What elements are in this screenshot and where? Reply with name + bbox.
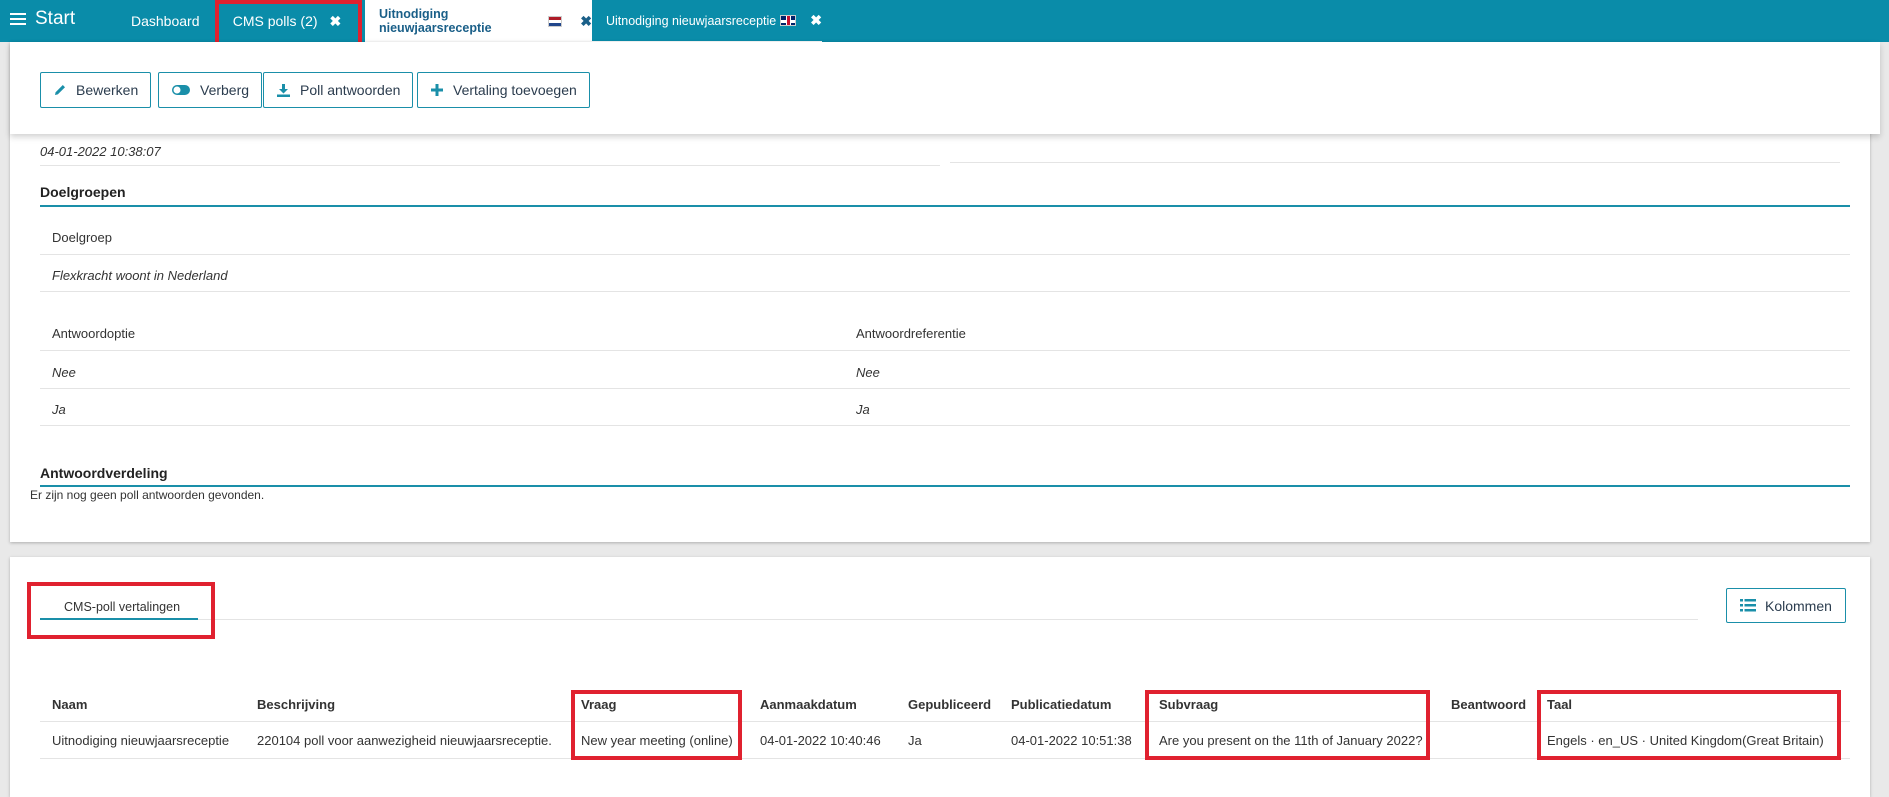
answer-option-header: Antwoordoptie xyxy=(52,326,136,341)
cell-vraag: New year meeting (online) xyxy=(581,733,733,748)
section-divider xyxy=(40,485,1850,487)
top-navigation-bar: Start Dashboard CMS polls (2) ✖ Uitnodig… xyxy=(0,0,1889,42)
column-header-beantwoord[interactable]: Beantwoord xyxy=(1451,697,1526,712)
toggle-icon xyxy=(172,85,190,95)
close-tab-icon[interactable]: ✖ xyxy=(580,13,592,30)
column-header-naam[interactable]: Naam xyxy=(52,697,87,712)
tab-dashboard-label: Dashboard xyxy=(131,13,200,29)
hide-button-label: Verberg xyxy=(200,82,250,98)
answer-distribution-title: Antwoordverdeling xyxy=(40,465,168,481)
columns-button[interactable]: Kolommen xyxy=(1726,588,1846,623)
download-icon xyxy=(277,83,290,97)
divider xyxy=(40,350,1850,351)
answer-reference-value: Ja xyxy=(856,402,870,417)
start-menu[interactable]: Start xyxy=(10,8,75,30)
poll-answers-button[interactable]: Poll antwoorden xyxy=(263,72,414,108)
column-header-gepubliceerd[interactable]: Gepubliceerd xyxy=(908,697,991,712)
cell-subvraag: Are you present on the 11th of January 2… xyxy=(1159,733,1423,748)
column-header-taal[interactable]: Taal xyxy=(1547,697,1572,712)
divider xyxy=(40,254,1850,255)
list-icon xyxy=(1740,599,1756,612)
section-divider xyxy=(40,205,1850,207)
cell-publicatiedatum: 04-01-2022 10:51:38 xyxy=(1011,733,1132,748)
translations-panel: CMS-poll vertalingen Kolommen Naam Besch… xyxy=(10,557,1870,797)
tab-translations[interactable]: CMS-poll vertalingen xyxy=(64,600,180,614)
tab-bar-divider xyxy=(198,619,1698,620)
divider xyxy=(40,165,940,166)
answer-reference-header: Antwoordreferentie xyxy=(856,326,966,341)
column-header-beschrijving[interactable]: Beschrijving xyxy=(257,697,335,712)
uk-flag-icon xyxy=(780,15,797,26)
netherlands-flag-icon xyxy=(547,15,563,27)
tab-cms-polls[interactable]: CMS polls (2) ✖ xyxy=(222,0,352,42)
plus-icon xyxy=(431,84,443,96)
cell-gepubliceerd: Ja xyxy=(908,733,922,748)
poll-answers-button-label: Poll antwoorden xyxy=(300,82,401,98)
tab-uitnodiging-uk[interactable]: Uitnodiging nieuwjaarsreceptie ✖ xyxy=(592,0,822,42)
divider xyxy=(40,425,1850,426)
created-date-value: 04-01-2022 10:38:07 xyxy=(40,144,161,159)
pencil-icon xyxy=(55,85,65,95)
tab-uitnodiging-uk-label: Uitnodiging nieuwjaarsreceptie xyxy=(606,13,777,28)
column-header-aanmaakdatum[interactable]: Aanmaakdatum xyxy=(760,697,857,712)
answer-reference-value: Nee xyxy=(856,365,880,380)
no-answers-message: Er zijn nog geen poll antwoorden gevonde… xyxy=(30,488,265,502)
start-label: Start xyxy=(35,8,76,29)
doelgroep-value: Flexkracht woont in Nederland xyxy=(52,268,228,283)
column-header-publicatiedatum[interactable]: Publicatiedatum xyxy=(1011,697,1111,712)
active-tab-underline xyxy=(40,618,198,620)
answer-option-value: Nee xyxy=(52,365,76,380)
hide-button[interactable]: Verberg xyxy=(158,72,263,108)
divider xyxy=(40,388,1850,389)
answer-option-value: Ja xyxy=(52,402,66,417)
cell-naam: Uitnodiging nieuwjaarsreceptie xyxy=(52,733,230,748)
tab-uitnodiging-nl[interactable]: Uitnodiging nieuwjaarsreceptie ✖ xyxy=(365,0,592,42)
column-header-subvraag[interactable]: Subvraag xyxy=(1159,697,1218,712)
edit-button-label: Bewerken xyxy=(76,82,139,98)
tab-dashboard[interactable]: Dashboard xyxy=(131,0,200,42)
table-header-divider xyxy=(40,721,1850,722)
column-header-vraag[interactable]: Vraag xyxy=(581,697,616,712)
divider xyxy=(40,291,1850,292)
hamburger-menu-icon[interactable] xyxy=(10,12,26,26)
cell-taal: Engels · en_US · United Kingdom(Great Br… xyxy=(1547,733,1824,748)
cell-beschrijving: 220104 poll voor aanwezigheid nieuwjaars… xyxy=(257,733,552,748)
divider xyxy=(950,162,1840,163)
tab-cms-polls-label: CMS polls (2) xyxy=(232,13,318,29)
close-tab-icon[interactable]: ✖ xyxy=(330,13,342,30)
poll-detail-panel: Bewerken Verberg Poll antwoorden Vertali… xyxy=(10,42,1880,542)
close-tab-icon[interactable]: ✖ xyxy=(810,12,822,29)
add-translation-button[interactable]: Vertaling toevoegen xyxy=(417,72,590,108)
tab-uitnodiging-nl-label: Uitnodiging nieuwjaarsreceptie xyxy=(379,7,492,35)
table-row-divider xyxy=(40,758,1850,759)
doelgroepen-title: Doelgroepen xyxy=(40,184,126,200)
edit-button[interactable]: Bewerken xyxy=(40,72,152,108)
cell-aanmaakdatum: 04-01-2022 10:40:46 xyxy=(760,733,881,748)
doelgroep-header: Doelgroep xyxy=(52,230,112,245)
columns-button-label: Kolommen xyxy=(1765,597,1832,614)
add-translation-button-label: Vertaling toevoegen xyxy=(453,82,577,98)
action-toolbar: Bewerken Verberg Poll antwoorden Vertali… xyxy=(10,42,1880,134)
